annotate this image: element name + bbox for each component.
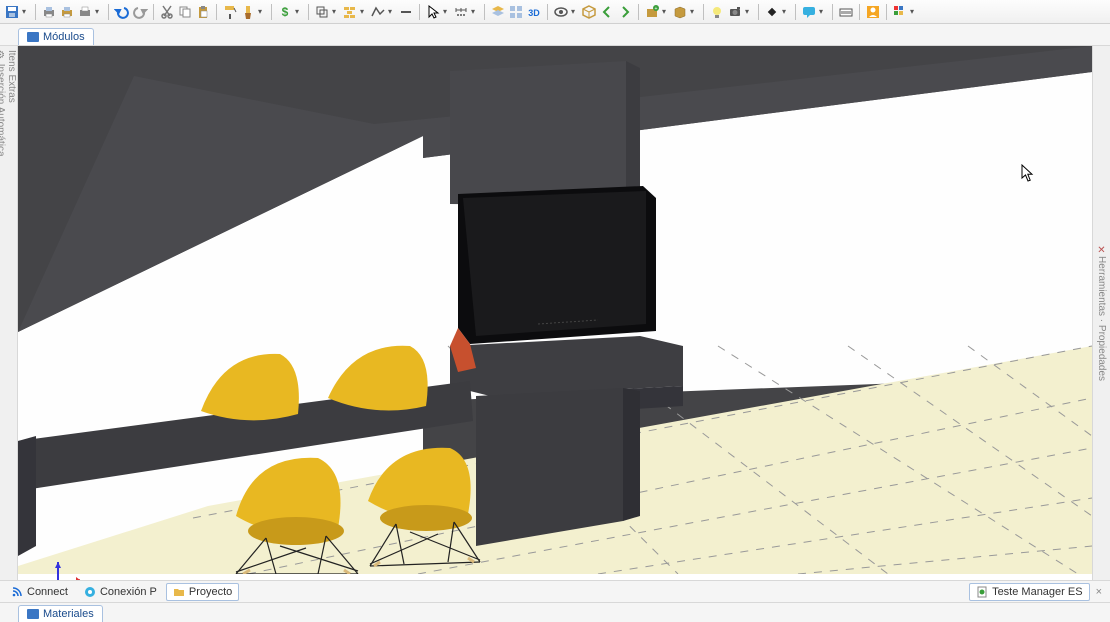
layers-icon[interactable] <box>490 4 506 20</box>
print-icon[interactable] <box>41 4 57 20</box>
user-icon[interactable] <box>865 4 881 20</box>
wall-icon[interactable] <box>342 4 358 20</box>
tab-teste-manager[interactable]: Teste Manager ES <box>969 583 1090 601</box>
diamond-icon[interactable] <box>764 4 780 20</box>
brush-dropdown[interactable]: ▾ <box>258 7 266 16</box>
clone-icon[interactable] <box>314 4 330 20</box>
print-dropdown[interactable]: ▾ <box>95 7 103 16</box>
main-toolbar: ▾ ▾ ▾ $ ▾ ▾ ▾ ▾ ▾ ▾ 3D ▾ + ▾ ▾ ▾ ▾ ▾ <box>0 0 1110 24</box>
print-color-icon[interactable] <box>59 4 75 20</box>
box-add-icon[interactable]: + <box>644 4 660 20</box>
left-panel-rail[interactable]: Itens Extras ⚙ Inserción Automática ⬜ Li… <box>0 46 18 580</box>
eye-dropdown[interactable]: ▾ <box>571 7 579 16</box>
ruler-dropdown[interactable]: ▾ <box>471 7 479 16</box>
chat-dropdown[interactable]: ▾ <box>819 7 827 16</box>
ruler-icon[interactable] <box>453 4 469 20</box>
save-dropdown[interactable]: ▾ <box>22 7 30 16</box>
brush-icon[interactable] <box>240 4 256 20</box>
wall-dropdown[interactable]: ▾ <box>360 7 368 16</box>
tab-conexion[interactable]: Conexión P <box>77 583 164 601</box>
folder-icon <box>173 586 185 598</box>
pointer-dropdown[interactable]: ▾ <box>443 7 451 16</box>
copy-icon[interactable] <box>177 4 193 20</box>
eye-icon[interactable] <box>553 4 569 20</box>
camera-icon[interactable] <box>727 4 743 20</box>
color-grid-dropdown[interactable]: ▾ <box>910 7 918 16</box>
materials-tab-bar: Materiales <box>0 602 1110 622</box>
lightbulb-icon[interactable] <box>709 4 725 20</box>
module-tab-icon <box>27 32 39 42</box>
tab-proyecto[interactable]: Proyecto <box>166 583 239 601</box>
bottom-tab-bar: Connect Conexión P Proyecto Teste Manage… <box>0 580 1110 602</box>
color-grid-icon[interactable] <box>892 4 908 20</box>
box-dropdown[interactable]: ▾ <box>662 7 670 16</box>
dollar-dropdown[interactable]: ▾ <box>295 7 303 16</box>
chat-icon[interactable] <box>801 4 817 20</box>
undo-icon[interactable] <box>114 4 130 20</box>
cut-icon[interactable] <box>159 4 175 20</box>
tab-materiales[interactable]: Materiales <box>18 605 103 622</box>
paint-roller-icon[interactable] <box>222 4 238 20</box>
3d-icon[interactable]: 3D <box>526 4 542 20</box>
doc-icon <box>976 586 988 598</box>
save-icon[interactable] <box>4 4 20 20</box>
3d-viewport[interactable] <box>18 46 1092 580</box>
materials-tab-icon <box>27 609 39 619</box>
redo-icon[interactable] <box>132 4 148 20</box>
right-panel-label: Herramientas · Propiedades <box>1096 256 1107 381</box>
box-icon[interactable] <box>672 4 688 20</box>
tab-modulos[interactable]: Módulos <box>18 28 94 45</box>
main-row: Itens Extras ⚙ Inserción Automática ⬜ Li… <box>0 46 1110 580</box>
svg-text:$: $ <box>282 5 289 19</box>
arrow-left-icon[interactable] <box>599 4 615 20</box>
cube-icon[interactable] <box>581 4 597 20</box>
top-tab-bar: Módulos <box>0 24 1110 46</box>
keyboard-icon[interactable] <box>838 4 854 20</box>
close-icon[interactable]: × <box>1092 586 1106 598</box>
camera-dropdown[interactable]: ▾ <box>745 7 753 16</box>
tab-connect[interactable]: Connect <box>4 583 75 601</box>
group-icon[interactable] <box>508 4 524 20</box>
svg-text:+: + <box>655 6 658 12</box>
arrow-right-icon[interactable] <box>617 4 633 20</box>
print-alt-icon[interactable] <box>77 4 93 20</box>
svg-text:3D: 3D <box>528 8 540 18</box>
box2-dropdown[interactable]: ▾ <box>690 7 698 16</box>
clone-dropdown[interactable]: ▾ <box>332 7 340 16</box>
rss-icon <box>11 586 23 598</box>
polyline-dropdown[interactable]: ▾ <box>388 7 396 16</box>
dollar-icon[interactable]: $ <box>277 4 293 20</box>
pointer-icon[interactable] <box>425 4 441 20</box>
polyline-icon[interactable] <box>370 4 386 20</box>
diamond-dropdown[interactable]: ▾ <box>782 7 790 16</box>
gear-blue-icon <box>84 586 96 598</box>
tab-label: Módulos <box>43 31 85 43</box>
paste-icon[interactable] <box>195 4 211 20</box>
minus-icon[interactable] <box>398 4 414 20</box>
right-panel-rail[interactable]: ✕ Herramientas · Propiedades <box>1092 46 1110 580</box>
